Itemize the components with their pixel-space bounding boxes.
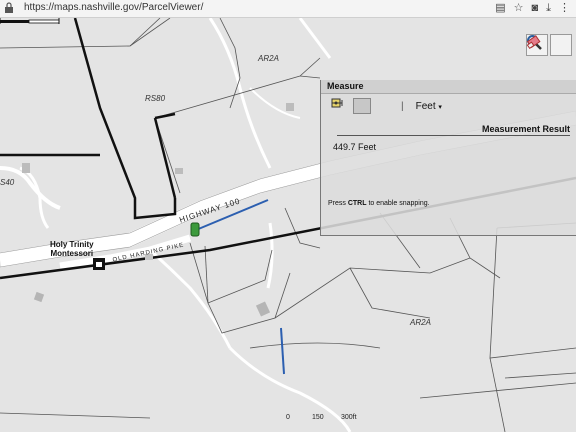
location-icon bbox=[331, 98, 341, 108]
result-divider bbox=[337, 135, 570, 136]
lock-icon bbox=[5, 2, 13, 13]
download-icon[interactable]: ⤓ bbox=[546, 2, 551, 15]
zone-label: S40 bbox=[0, 178, 15, 187]
eraser-tool-button[interactable] bbox=[526, 34, 572, 56]
measurement-result: 449.7 Feet bbox=[333, 142, 377, 152]
chevron-down-icon: ▾ bbox=[438, 103, 442, 111]
eraser-icon bbox=[526, 35, 541, 50]
toolbar-divider: | bbox=[401, 100, 404, 112]
measure-panel-title: Measure bbox=[321, 80, 576, 94]
distance-tool-button[interactable] bbox=[331, 98, 371, 114]
zone-label: AR2A bbox=[410, 318, 431, 327]
snapping-hint: Press CTRL to enable snapping. bbox=[328, 200, 430, 207]
zone-label: RS80 bbox=[145, 94, 166, 103]
measure-panel: Measure | Feet ▾ Measurement Result 449.… bbox=[320, 80, 576, 236]
zone-label: AR2A bbox=[258, 54, 279, 63]
map-canvas[interactable]: AR2A RS80 AR2A S40 HIGHWAY 100 OLD HARDI… bbox=[0, 18, 576, 432]
result-header: Measurement Result bbox=[481, 124, 570, 134]
reader-icon[interactable]: ▤ bbox=[495, 2, 505, 15]
menu-icon[interactable]: ⋮ bbox=[559, 2, 570, 15]
url-text[interactable]: https://maps.nashville.gov/ParcelViewer/ bbox=[24, 2, 203, 13]
pocket-icon[interactable]: ◙ bbox=[531, 2, 538, 15]
unit-dropdown[interactable]: Feet ▾ bbox=[416, 101, 442, 112]
browser-url-bar[interactable]: https://maps.nashville.gov/ParcelViewer/… bbox=[0, 0, 576, 18]
scale-bar bbox=[0, 18, 60, 24]
bookmark-star-icon[interactable]: ☆ bbox=[514, 2, 524, 15]
location-tool-button[interactable] bbox=[331, 98, 393, 114]
place-label: Holy Trinity Montessori bbox=[50, 240, 94, 258]
